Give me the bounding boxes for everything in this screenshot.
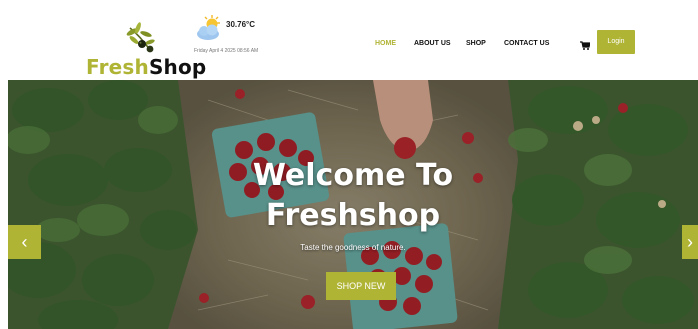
hero-tagline: Taste the goodness of nature.	[300, 243, 406, 252]
shop-new-button[interactable]: SHOP NEW	[326, 272, 396, 300]
logo-text: FreshShop	[86, 56, 206, 78]
page: FreshShop 30.76°C Friday April 4 2025 08…	[0, 0, 698, 329]
hero-title-line2: Freshshop	[265, 198, 441, 233]
chevron-right-icon: ›	[687, 232, 693, 252]
login-button[interactable]: Login	[597, 30, 635, 54]
hero-slider: Welcome To Freshshop Taste the goodness …	[8, 80, 698, 329]
temperature: 30.76°C	[226, 20, 255, 29]
cart-icon[interactable]	[580, 41, 590, 50]
slider-prev-button[interactable]: ‹	[8, 225, 41, 259]
logo[interactable]: FreshShop	[86, 22, 206, 82]
slider-next-button[interactable]: ›	[682, 225, 698, 259]
logo-fresh: Fresh	[86, 55, 149, 79]
partly-cloudy-icon	[197, 15, 220, 40]
site-header: FreshShop 30.76°C Friday April 4 2025 08…	[8, 8, 698, 80]
nav-home[interactable]: HOME	[375, 36, 396, 52]
nav-about-us[interactable]: ABOUT US	[414, 36, 451, 52]
weather-widget: 30.76°C Friday April 4 2025 08:56 AM	[194, 14, 304, 54]
olive-branch-icon	[126, 22, 155, 53]
hero-title-line1: Welcome To	[252, 158, 454, 193]
logo-shop: Shop	[148, 55, 207, 79]
date-time: Friday April 4 2025 08:56 AM	[194, 48, 259, 54]
nav-contact-us[interactable]: CONTACT US	[504, 36, 549, 52]
nav-shop[interactable]: SHOP	[466, 36, 486, 52]
chevron-left-icon: ‹	[21, 232, 28, 252]
